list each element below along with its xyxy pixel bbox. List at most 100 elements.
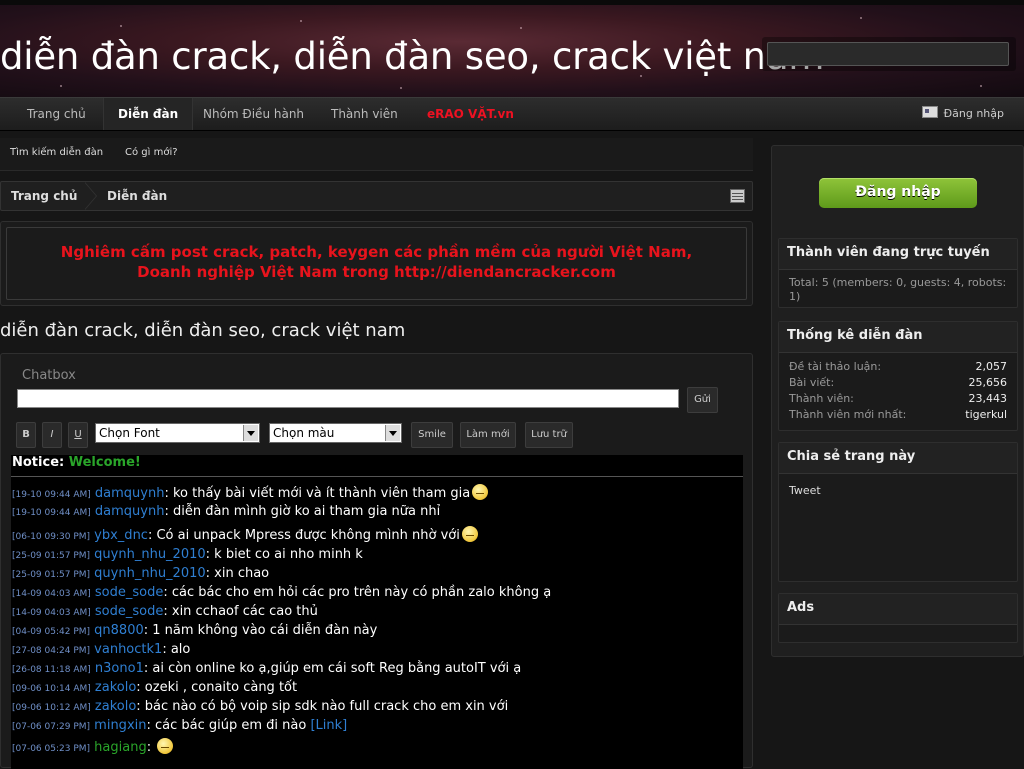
chat-timestamp: [09-06 10:12 AM]: [12, 703, 91, 713]
stats-row: Bài viết: 25,656: [789, 376, 1007, 389]
chat-messages[interactable]: Notice: Welcome! [19-10 09:44 AM] damquy…: [11, 455, 743, 769]
chat-notice: Notice: Welcome!: [12, 455, 141, 470]
nav-login-label: Đăng nhập: [943, 107, 1004, 120]
smiley-icon: [472, 484, 489, 500]
send-button[interactable]: Gửi: [687, 387, 718, 413]
italic-button[interactable]: I: [42, 422, 62, 448]
nav-login-link[interactable]: Đăng nhập: [921, 98, 1004, 130]
chevron-down-icon: [385, 425, 400, 441]
header-search-input[interactable]: [767, 42, 1009, 66]
sub-nav: Tìm kiếm diễn đàn Có gì mới?: [0, 138, 753, 171]
notice-text: Nghiêm cấm post crack, patch, keygen các…: [7, 242, 746, 282]
chat-message: [07-06 05:23 PM] hagiang:: [12, 738, 174, 755]
notice-box: Nghiêm cấm post crack, patch, keygen các…: [0, 221, 753, 306]
font-select[interactable]: Chọn Font: [95, 423, 260, 443]
share-block: Chia sẻ trang này Tweet: [778, 442, 1018, 582]
notice-line-1: Nghiêm cấm post crack, patch, keygen các…: [60, 243, 693, 261]
chat-message: [14-09 04:03 AM] sode_sode: các bác cho …: [12, 585, 551, 600]
chat-message-input[interactable]: [17, 389, 679, 408]
stats-row: Thành viên: 23,443: [789, 392, 1007, 405]
online-title: Thành viên đang trực tuyến: [779, 239, 1017, 270]
chat-username-link[interactable]: sode_sode: [95, 604, 163, 619]
chat-username-link[interactable]: qn8800: [94, 623, 144, 638]
chat-text: : ai còn online ko ạ,giúp em cái soft Re…: [143, 661, 522, 676]
nav-members[interactable]: Thành viên: [317, 98, 412, 130]
chat-username-link[interactable]: quynh_nhu_2010: [94, 547, 205, 562]
refresh-button[interactable]: Làm mới: [460, 422, 516, 448]
chat-username-link[interactable]: vanhoctk1: [94, 642, 162, 657]
chat-message: [25-09 01:57 PM] quynh_nhu_2010: xin cha…: [12, 566, 269, 581]
chat-timestamp: [14-09 04:03 AM]: [12, 589, 91, 599]
ads-block: Ads: [778, 593, 1018, 643]
chat-username-link[interactable]: zakolo: [95, 680, 136, 695]
nav-erao[interactable]: eRAO VẶT.vn: [413, 98, 528, 130]
chat-text: : alo: [162, 642, 191, 657]
color-select[interactable]: Chọn màu: [269, 423, 402, 443]
chat-message: [25-09 01:57 PM] quynh_nhu_2010: k biet …: [12, 547, 363, 562]
tweet-button[interactable]: Tweet: [779, 474, 1017, 503]
sidebar: Đăng nhập Thành viên đang trực tuyến Tot…: [771, 145, 1024, 657]
chat-text: : các bác cho em hỏi các pro trên này có…: [163, 585, 552, 600]
newest-member-link[interactable]: tigerkul: [965, 407, 1007, 423]
chat-text: : diễn đàn mình giờ ko ai tham gia nữa n…: [164, 504, 441, 519]
breadcrumb-forum[interactable]: Diễn đàn: [107, 182, 167, 210]
chat-message: [04-09 05:42 PM] qn8800: 1 năm không vào…: [12, 623, 377, 638]
chat-message: [07-06 07:29 PM] mingxin: các bác giúp e…: [12, 718, 347, 733]
stats-title: Thống kê diễn đàn: [779, 322, 1017, 353]
chat-username-link[interactable]: ybx_dnc: [94, 528, 148, 543]
underline-button[interactable]: U: [68, 422, 88, 448]
chat-text: : 1 năm không vào cái diễn đàn này: [143, 623, 378, 638]
chat-username-link[interactable]: damquynh: [95, 504, 165, 519]
forum-title: diễn đàn crack, diễn đàn seo, crack việt…: [0, 320, 406, 341]
chat-timestamp: [27-08 04:24 PM]: [12, 646, 91, 656]
share-title: Chia sẻ trang này: [779, 443, 1017, 474]
bold-button[interactable]: B: [16, 422, 36, 448]
ads-title: Ads: [779, 594, 1017, 625]
chat-link[interactable]: [Link]: [310, 718, 347, 733]
archive-button[interactable]: Lưu trữ: [525, 422, 573, 448]
stats-row: Thành viên mới nhất: tigerkul: [789, 407, 1007, 423]
chat-username-link[interactable]: mingxin: [94, 718, 146, 733]
site-title[interactable]: diễn đàn crack, diễn đàn seo, crack việt…: [0, 35, 824, 78]
chat-username-link[interactable]: sode_sode: [95, 585, 163, 600]
breadcrumb: Trang chủ Diễn đàn: [0, 181, 753, 211]
chatbox-label: Chatbox: [22, 368, 76, 383]
header-banner: diễn đàn crack, diễn đàn seo, crack việt…: [0, 0, 1024, 97]
chat-timestamp: [19-10 09:44 AM]: [12, 508, 91, 518]
chat-message: [14-09 04:03 AM] sode_sode: xin cchaof c…: [12, 604, 318, 619]
font-select-value: Chọn Font: [99, 426, 160, 440]
chat-username-link[interactable]: hagiang: [94, 740, 147, 755]
chat-username-link[interactable]: damquynh: [95, 486, 165, 501]
login-icon: [921, 106, 938, 118]
breadcrumb-home[interactable]: Trang chủ: [11, 182, 77, 210]
stats-body: Đề tài thảo luận: 2,057 Bài viết: 25,656 T…: [779, 353, 1017, 429]
nav-forum[interactable]: Diễn đàn: [103, 98, 194, 130]
chat-message: [19-10 09:44 AM] damquynh: diễn đàn mình…: [12, 504, 440, 519]
smile-button[interactable]: Smile: [411, 422, 453, 448]
chat-message: [06-10 09:30 PM] ybx_dnc: Có ai unpack M…: [12, 526, 478, 543]
sidebar-login-button[interactable]: Đăng nhập: [819, 178, 977, 208]
chat-username-link[interactable]: zakolo: [95, 699, 136, 714]
chat-username-link[interactable]: quynh_nhu_2010: [94, 566, 205, 581]
online-block: Thành viên đang trực tuyến Total: 5 (mem…: [778, 238, 1018, 308]
subnav-search-link[interactable]: Tìm kiếm diễn đàn: [10, 147, 103, 158]
chat-timestamp: [09-06 10:14 AM]: [12, 684, 91, 694]
color-select-value: Chọn màu: [273, 426, 335, 440]
chat-text: : Có ai unpack Mpress được không mình nh…: [147, 528, 460, 543]
subnav-whats-new-link[interactable]: Có gì mới?: [125, 147, 178, 158]
nav-home[interactable]: Trang chủ: [13, 98, 100, 130]
smiley-icon: [157, 738, 174, 754]
chat-timestamp: [06-10 09:30 PM]: [12, 532, 91, 542]
main-nav: Trang chủ Diễn đàn Nhóm Điều hành Thành …: [0, 97, 1024, 131]
chat-username-link[interactable]: n3ono1: [95, 661, 144, 676]
chat-notice-text: Welcome!: [68, 455, 141, 470]
chat-timestamp: [19-10 09:44 AM]: [12, 490, 91, 500]
nav-staff[interactable]: Nhóm Điều hành: [189, 98, 318, 130]
chat-text: : ozeki , conaito càng tốt: [136, 680, 298, 695]
rss-icon[interactable]: [730, 189, 745, 203]
chat-message: [09-06 10:14 AM] zakolo: ozeki , conaito…: [12, 680, 297, 695]
chat-message: [26-08 11:18 AM] n3ono1: ai còn online k…: [12, 661, 521, 676]
chat-timestamp: [25-09 01:57 PM]: [12, 570, 91, 580]
chat-text: : xin cchaof các cao thủ: [163, 604, 318, 619]
stats-block: Thống kê diễn đàn Đề tài thảo luận: 2,057…: [778, 321, 1018, 431]
